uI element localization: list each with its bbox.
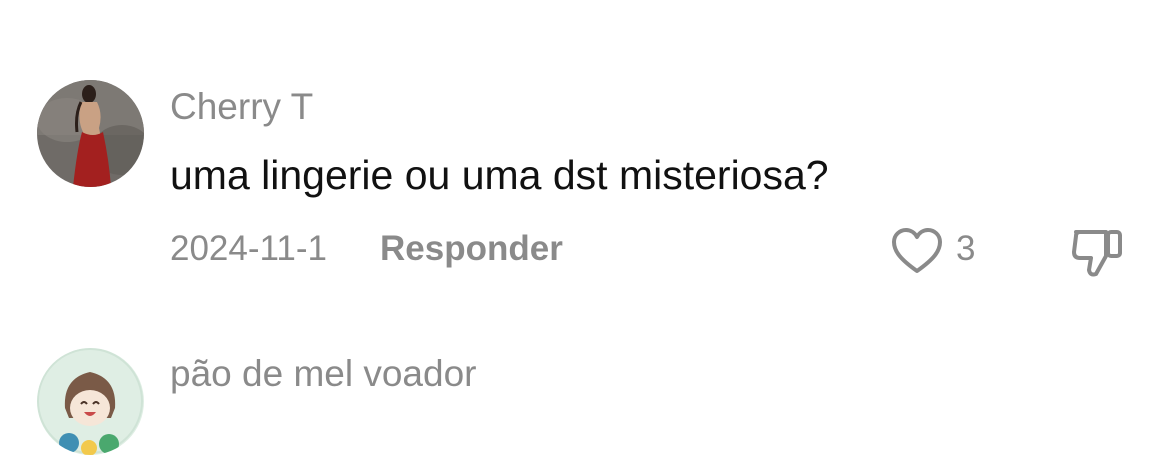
thumbs-down-outline-icon bbox=[1072, 230, 1122, 277]
avatar[interactable] bbox=[37, 348, 144, 455]
heart-outline-icon bbox=[892, 228, 942, 273]
comment-text: uma lingerie ou uma dst misteriosa? bbox=[170, 152, 829, 198]
comment-item: pão de mel voador bbox=[0, 300, 1170, 455]
dislike-button[interactable] bbox=[1070, 224, 1126, 278]
comment-username[interactable]: Cherry T bbox=[170, 86, 313, 128]
like-button[interactable]: 3 bbox=[890, 226, 1000, 276]
avatar[interactable] bbox=[37, 80, 144, 187]
reply-button[interactable]: Responder bbox=[380, 229, 563, 269]
comment-username[interactable]: pão de mel voador bbox=[170, 353, 476, 395]
comment-date: 2024-11-1 bbox=[170, 229, 327, 268]
comment-meta: 2024-11-1 Responder bbox=[170, 229, 563, 269]
like-count: 3 bbox=[956, 229, 976, 268]
comment-item: Cherry T uma lingerie ou uma dst misteri… bbox=[0, 0, 1170, 300]
